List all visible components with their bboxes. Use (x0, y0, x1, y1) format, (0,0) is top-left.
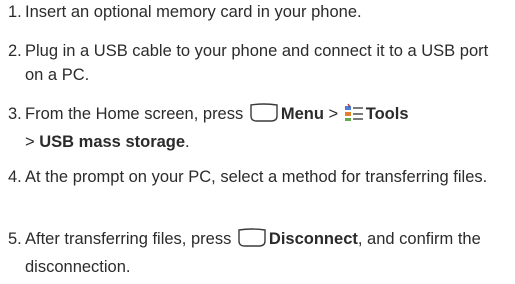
menu-label: Menu (280, 105, 324, 123)
tools-icon (344, 103, 364, 130)
step-1: 1. Insert an optional memory card in you… (8, 0, 503, 24)
softkey-icon (237, 228, 267, 255)
step-text: Plug in a USB cable to your phone and co… (25, 42, 489, 84)
step-2: 2. Plug in a USB cable to your phone and… (8, 39, 503, 87)
step-number: 4. (8, 168, 22, 186)
step-number: 3. (8, 105, 22, 123)
separator: > (323, 105, 343, 123)
step-text: At the prompt on your PC, select a metho… (25, 168, 488, 186)
step-text: After transferring files, press Disconne… (8, 227, 503, 279)
step-text-end: . (185, 133, 190, 151)
step-number: 1. (8, 3, 22, 21)
softkey-icon (249, 103, 279, 130)
disconnect-label: Disconnect (268, 230, 358, 248)
step-5: 5. After transferring files, press Disco… (8, 227, 503, 279)
step-text: Insert an optional memory card in your p… (25, 3, 362, 21)
step-text-before: From the Home screen, press (25, 105, 248, 123)
step-text-before: After transferring files, press (25, 230, 236, 248)
instruction-steps: 1. Insert an optional memory card in you… (0, 0, 515, 284)
separator: > (25, 133, 40, 151)
step-number: 2. (8, 42, 22, 60)
usb-mass-storage-label: USB mass storage (39, 133, 186, 151)
step-3: 3. From the Home screen, press Menu > To… (8, 102, 503, 154)
tools-label: Tools (365, 105, 409, 123)
step-4: 4. At the prompt on your PC, select a me… (8, 165, 503, 189)
step-text: From the Home screen, press Menu > Tools… (8, 102, 503, 154)
step-number: 5. (8, 230, 22, 248)
